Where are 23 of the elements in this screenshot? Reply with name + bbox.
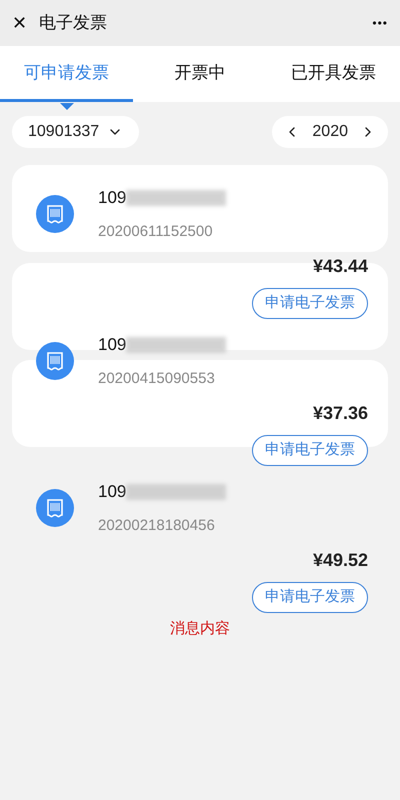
amount: ¥37.36 — [312, 402, 368, 425]
record-name: 109 — [98, 187, 126, 209]
message-text: 消息内容 — [170, 619, 230, 639]
year-value: 2020 — [312, 122, 348, 142]
more-button[interactable]: ••• — [372, 14, 388, 32]
receipt-icon — [36, 489, 74, 527]
close-button[interactable]: ✕ — [12, 10, 27, 36]
receipt-icon — [36, 195, 74, 233]
apply-invoice-button[interactable]: 申请电子发票 — [252, 582, 368, 613]
page-title: 电子发票 — [39, 12, 107, 34]
record-number: 20200415090553 — [98, 368, 216, 388]
account-dropdown[interactable]: 10901337 — [12, 116, 140, 148]
apply-invoice-button[interactable]: 申请电子发票 — [252, 288, 368, 319]
year-picker[interactable]: 2020 — [272, 116, 388, 148]
apply-invoice-button[interactable]: 申请电子发票 — [252, 435, 368, 466]
tab[interactable]: 开票中 — [133, 46, 267, 102]
record-number: 20200611152500 — [98, 222, 214, 242]
record-name: 109 — [98, 334, 126, 356]
record-number: 20200218180456 — [98, 516, 216, 536]
amount: ¥43.44 — [312, 255, 368, 278]
record-name: 109 — [98, 481, 126, 503]
amount: ¥49.52 — [312, 549, 368, 572]
tab[interactable]: 已开具发票 — [266, 46, 400, 102]
